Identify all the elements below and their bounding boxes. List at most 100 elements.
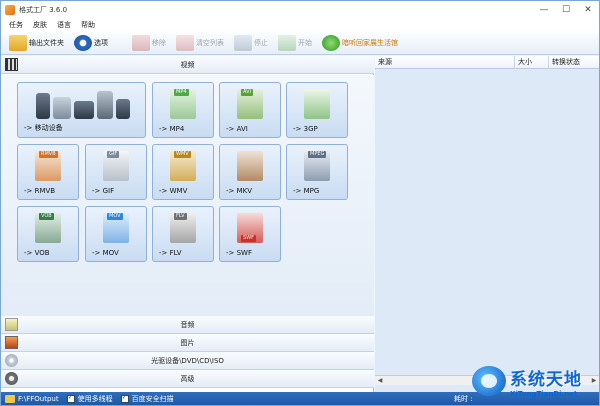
format-label: -> MOV [92,249,119,257]
elapsed-time: 耗时 : [454,395,473,403]
gear-icon [74,34,92,51]
category-video-label: 视频 [180,60,195,69]
category-advanced[interactable]: 高级 [1,370,374,388]
format-label: -> GIF [92,187,115,195]
column-status[interactable]: 转换状态 [549,56,599,69]
category-picture[interactable]: 图片 [1,334,374,352]
watermark-title: 系统天地 [510,369,582,390]
watermark-logo-icon [472,366,506,396]
multithread-checkbox[interactable] [66,393,75,403]
mpg-icon: MPEG [304,151,330,181]
stop-button[interactable]: 停止 [234,33,268,53]
vob-icon: VOB [35,213,61,243]
format-flv-button[interactable]: FLV -> FLV [152,206,214,262]
mobile-devices-icon [36,89,130,119]
picture-icon [5,336,18,349]
wmv-tag: WMV [174,151,191,158]
main-window: 格式工厂 3.6.0 — ☐ ✕ 任务 皮肤 语言 帮助 输出文件夹 选项 移除… [0,0,600,406]
swf-tag: SWF [241,235,256,242]
category-audio-label: 音频 [180,320,195,329]
output-folder-icon[interactable] [5,395,15,403]
disc-icon [5,354,18,367]
category-picture-label: 图片 [180,338,195,347]
format-swf-button[interactable]: SWF -> SWF [219,206,281,262]
menu-language[interactable]: 语言 [57,20,71,30]
format-label: -> MPG [293,187,320,195]
menu-help[interactable]: 帮助 [81,20,95,30]
format-mpg-button[interactable]: MPEG -> MPG [286,144,348,200]
avi-icon: AVI [237,89,263,119]
app-icon [5,4,15,15]
format-3gp-button[interactable]: -> 3GP [286,82,348,138]
3gp-icon [304,89,330,119]
column-size[interactable]: 大小 [515,55,549,69]
format-label: -> 移动设备 [24,124,63,132]
format-wmv-button[interactable]: WMV -> WMV [152,144,214,200]
close-button[interactable]: ✕ [577,1,599,18]
format-label: -> FLV [159,249,182,257]
menu-skin[interactable]: 皮肤 [33,20,47,30]
stop-icon [234,34,252,51]
avi-tag: AVI [241,89,253,96]
clear-list-icon [176,34,194,51]
category-advanced-label: 高级 [180,374,195,383]
wmv-icon: WMV [170,151,196,181]
toolbar: 输出文件夹 选项 移除 清空列表 停止 开始 暗听回家展生活馆 [1,31,599,55]
flv-tag: FLV [174,213,187,220]
watermark-url: XiTongTianDi.net [510,389,578,398]
remove-icon [132,34,150,51]
promo-icon [322,34,340,51]
minimize-button[interactable]: — [533,1,555,18]
column-source[interactable]: 来源 [375,55,515,69]
format-avi-button[interactable]: AVI -> AVI [219,82,281,138]
output-folder-label: 输出文件夹 [29,38,64,47]
format-mkv-button[interactable]: -> MKV [219,144,281,200]
options-label: 选项 [94,38,108,47]
format-mp4-button[interactable]: MP4 -> MP4 [152,82,214,138]
format-rmvb-button[interactable]: RMVB -> RMVB [17,144,79,200]
task-list: 来源 大小 转换状态 ◀ ▶ [375,55,599,392]
format-label: -> AVI [226,125,248,133]
format-label: -> WMV [159,187,188,195]
maximize-button[interactable]: ☐ [555,1,577,18]
folder-icon [9,34,27,51]
start-icon [278,34,296,51]
multithread-label: 使用多线程 [77,395,113,403]
category-video[interactable]: 视频 [1,56,374,74]
flv-icon: FLV [170,213,196,243]
mpg-tag: MPEG [308,151,327,158]
clear-list-label: 清空列表 [196,38,224,47]
scroll-left-icon[interactable]: ◀ [375,376,385,386]
music-note-icon [5,318,18,331]
promo-link[interactable]: 暗听回家展生活馆 [322,33,398,53]
rmvb-icon: RMVB [35,151,61,181]
start-label: 开始 [298,38,312,47]
menu-task[interactable]: 任务 [9,20,23,30]
format-mov-button[interactable]: MOV -> MOV [85,206,147,262]
vob-tag: VOB [39,213,54,220]
format-label: -> MKV [226,187,253,195]
security-scan-checkbox[interactable] [120,393,129,403]
remove-label: 移除 [152,38,166,47]
output-folder-button[interactable]: 输出文件夹 [9,33,64,53]
gif-icon: GIF [103,151,129,181]
window-controls: — ☐ ✕ [533,1,599,18]
category-audio[interactable]: 音频 [1,316,374,334]
start-button[interactable]: 开始 [278,33,312,53]
mkv-icon [237,151,263,181]
title-bar: 格式工厂 3.6.0 — ☐ ✕ [1,1,599,18]
rmvb-tag: RMVB [39,151,58,158]
clear-list-button[interactable]: 清空列表 [176,33,224,53]
film-icon [5,58,18,71]
mp4-tag: MP4 [174,89,189,96]
security-scan-label: 百度安全扫描 [131,395,174,403]
format-label: -> SWF [226,249,253,257]
format-vob-button[interactable]: VOB -> VOB [17,206,79,262]
remove-button[interactable]: 移除 [132,33,166,53]
format-gif-button[interactable]: GIF -> GIF [85,144,147,200]
category-rom-device[interactable]: 光驱设备\DVD\CD\ISO [1,352,374,370]
format-mobile-device-button[interactable]: -> 移动设备 [17,82,146,138]
options-button[interactable]: 选项 [74,33,108,53]
tools-icon [5,372,18,385]
output-path[interactable]: F:\FFOutput [18,395,59,403]
